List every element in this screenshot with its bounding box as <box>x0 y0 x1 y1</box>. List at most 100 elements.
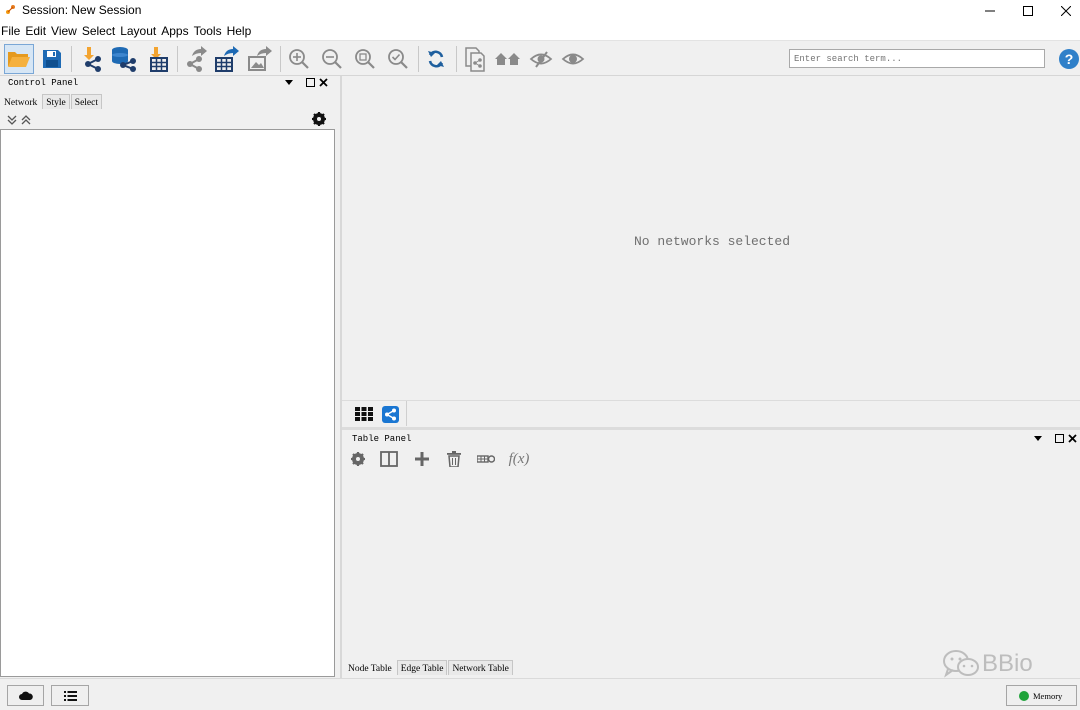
main-toolbar: ? <box>0 40 1080 76</box>
float-panel-icon[interactable] <box>306 78 315 90</box>
columns-icon <box>380 451 398 467</box>
save-session-icon <box>43 50 61 68</box>
menu-apps[interactable]: Apps <box>160 22 191 40</box>
zoom-selected-button[interactable] <box>383 44 413 74</box>
minimize-icon <box>985 10 995 12</box>
watermark: BBio <box>942 647 1033 681</box>
network-view-button[interactable] <box>379 404 401 424</box>
table-panel: Table Panel f(x) Node Table Edge Table N… <box>342 430 1080 678</box>
zoom-out-button[interactable] <box>317 44 347 74</box>
maximize-icon <box>1023 6 1033 16</box>
link-table-button[interactable] <box>474 448 498 470</box>
list-icon <box>63 690 77 701</box>
cytoscape-app-icon <box>6 5 15 14</box>
no-networks-message: No networks selected <box>633 234 791 249</box>
open-session-button[interactable] <box>4 44 34 74</box>
status-bar: Memory <box>0 678 1080 710</box>
close-panel-icon[interactable] <box>319 78 328 90</box>
zoom-fit-button[interactable] <box>350 44 380 74</box>
refresh-button[interactable] <box>421 44 451 74</box>
tab-network-table[interactable]: Network Table <box>448 660 513 675</box>
close-button[interactable] <box>1046 0 1080 22</box>
link-table-icon <box>477 455 495 463</box>
export-image-icon <box>248 46 272 71</box>
plus-icon <box>415 452 429 466</box>
table-panel-title: Table Panel <box>352 434 412 444</box>
import-network-database-icon <box>112 47 136 72</box>
close-icon <box>1061 6 1071 16</box>
menu-edit[interactable]: Edit <box>24 22 49 40</box>
maximize-button[interactable] <box>1008 0 1048 22</box>
table-panel-menu-icon[interactable] <box>1034 434 1042 445</box>
export-network-button[interactable] <box>181 44 211 74</box>
minimize-button[interactable] <box>970 0 1010 22</box>
grid-icon <box>355 407 373 421</box>
new-network-from-selection-button[interactable] <box>460 44 490 74</box>
menu-tools[interactable]: Tools <box>193 22 225 40</box>
delete-column-button[interactable] <box>442 448 466 470</box>
import-table-button[interactable] <box>142 44 172 74</box>
home-button[interactable] <box>493 44 523 74</box>
tab-network[interactable]: Network <box>0 94 42 109</box>
collapse-all-icon[interactable] <box>21 115 31 125</box>
table-view[interactable] <box>342 470 1080 658</box>
tab-style[interactable]: Style <box>42 94 70 109</box>
panel-menu-icon[interactable] <box>285 78 293 89</box>
zoom-in-button[interactable] <box>284 44 314 74</box>
network-list[interactable] <box>0 129 335 677</box>
show-all-button[interactable] <box>558 44 588 74</box>
export-table-icon <box>215 46 239 72</box>
watermark-text: BBio <box>982 650 1033 677</box>
table-panel-float-icon[interactable] <box>1055 434 1064 446</box>
tab-node-table[interactable]: Node Table <box>344 660 396 675</box>
memory-label: Memory <box>1033 690 1063 701</box>
expand-all-icon[interactable] <box>7 115 17 125</box>
search-input[interactable] <box>789 49 1045 68</box>
memory-status-icon <box>1019 690 1029 701</box>
zoom-in-icon <box>289 49 309 69</box>
menu-file[interactable]: File <box>0 22 23 40</box>
gear-icon[interactable] <box>312 112 326 126</box>
hide-selected-button[interactable] <box>526 44 556 74</box>
hide-selected-icon <box>529 51 553 68</box>
control-panel: Control Panel Network Style Select <box>0 76 340 678</box>
table-panel-close-icon[interactable] <box>1068 434 1077 446</box>
menu-bar: File Edit View Select Layout Apps Tools … <box>0 22 1080 40</box>
add-column-button[interactable] <box>410 448 434 470</box>
export-image-button[interactable] <box>245 44 275 74</box>
cloud-icon <box>18 691 33 700</box>
zoom-fit-icon <box>355 49 375 69</box>
menu-help[interactable]: Help <box>226 22 255 40</box>
gear-icon <box>351 452 365 466</box>
task-list-button[interactable] <box>51 685 89 706</box>
import-table-icon <box>150 47 168 72</box>
trash-icon <box>447 451 461 467</box>
import-network-file-icon <box>84 47 101 72</box>
menu-view[interactable]: View <box>50 22 80 40</box>
zoom-out-icon <box>322 49 342 69</box>
export-table-button[interactable] <box>212 44 242 74</box>
tab-edge-table[interactable]: Edge Table <box>396 660 448 675</box>
grid-view-button[interactable] <box>353 404 375 424</box>
import-network-database-button[interactable] <box>108 44 138 74</box>
tab-select[interactable]: Select <box>70 94 102 109</box>
save-session-button[interactable] <box>37 44 67 74</box>
network-view[interactable]: No networks selected <box>342 76 1080 398</box>
menu-select[interactable]: Select <box>81 22 118 40</box>
control-panel-tabs: Network Style Select <box>0 94 103 110</box>
table-settings-button[interactable] <box>346 448 370 470</box>
import-network-file-button[interactable] <box>76 44 106 74</box>
function-builder-button[interactable]: f(x) <box>504 448 534 470</box>
wechat-logo-icon <box>943 650 979 678</box>
refresh-icon <box>428 50 444 68</box>
show-columns-button[interactable] <box>377 448 401 470</box>
table-toolbar: f(x) <box>342 448 642 470</box>
table-tabs: Node Table Edge Table Network Table <box>344 660 514 677</box>
help-icon[interactable]: ? <box>1058 48 1080 70</box>
show-all-icon <box>561 53 585 65</box>
menu-layout[interactable]: Layout <box>119 22 159 40</box>
open-session-icon <box>8 52 30 67</box>
cloud-button[interactable] <box>7 685 44 706</box>
memory-button[interactable]: Memory <box>1006 685 1077 706</box>
control-panel-header: Control Panel <box>0 76 340 91</box>
